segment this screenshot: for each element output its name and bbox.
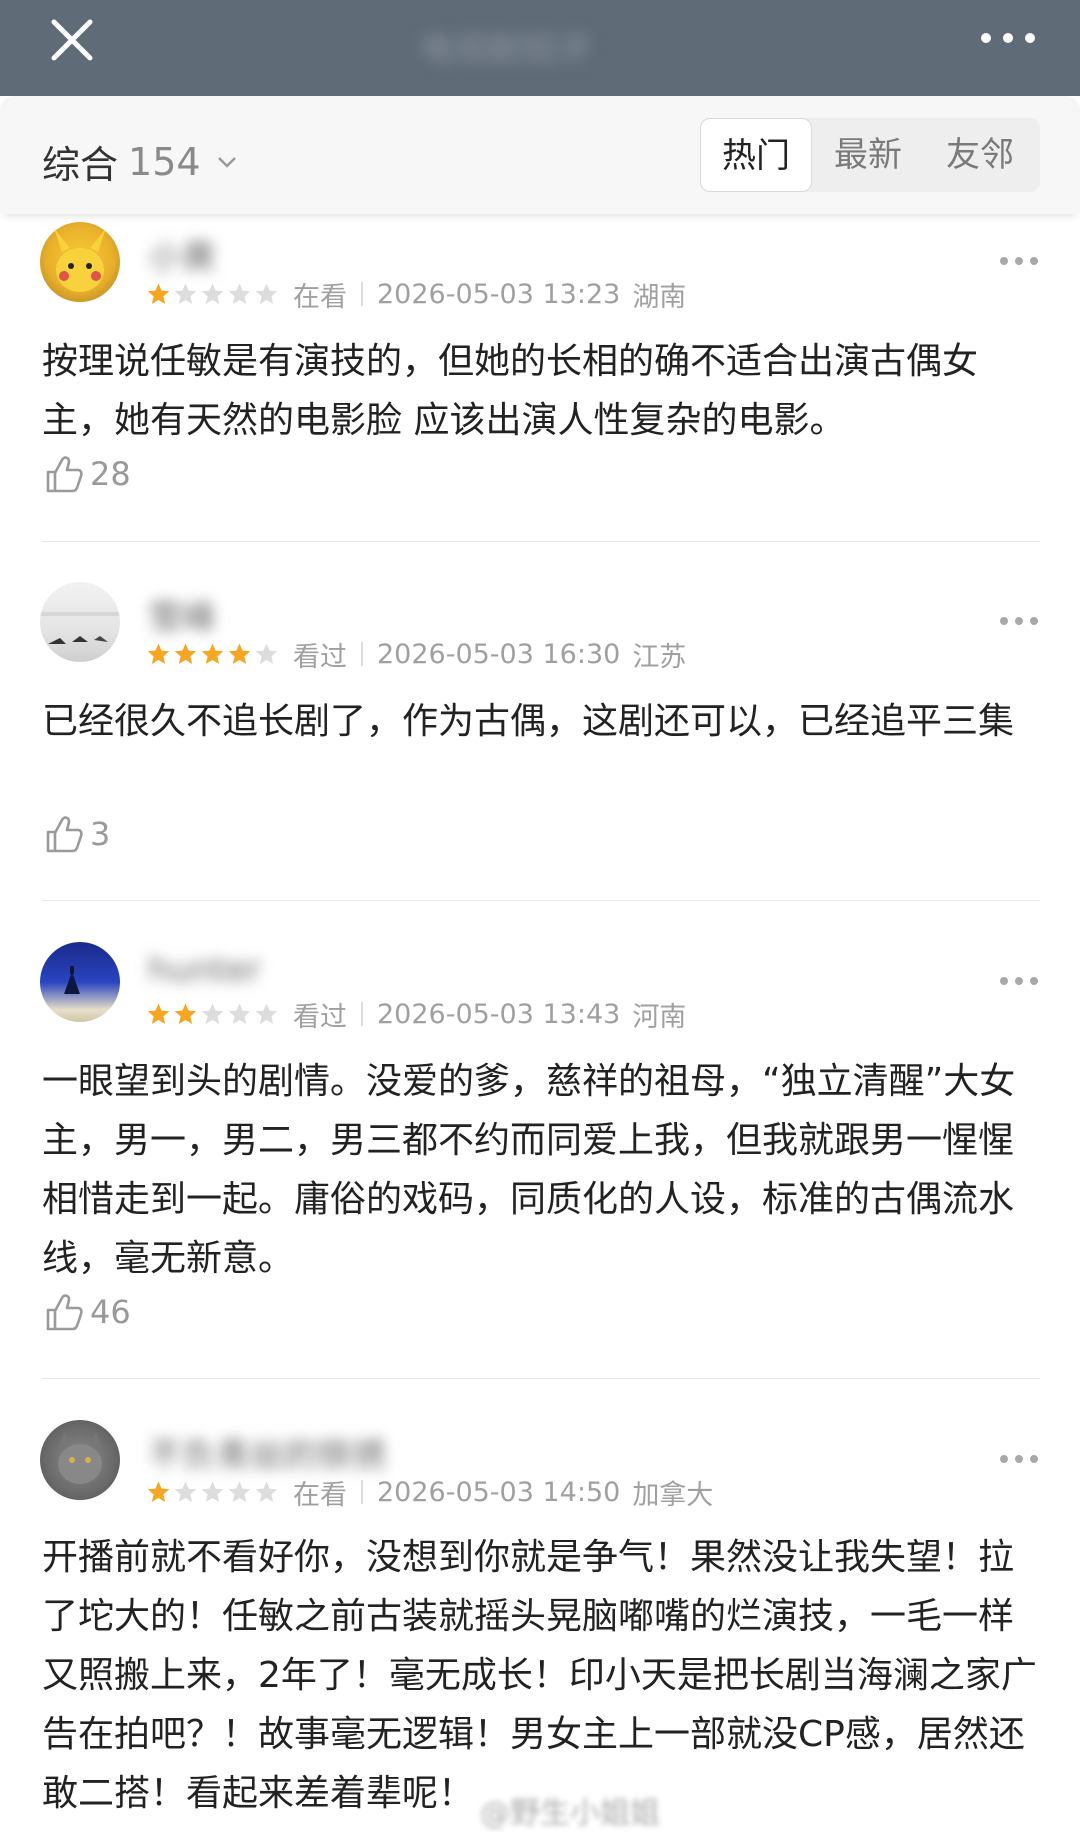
tab-latest[interactable]: 最新 bbox=[812, 118, 924, 192]
comment-text: 按理说任敏是有演技的，但她的长相的确不适合出演古偶女主，她有天然的电影脸 应该出… bbox=[42, 341, 979, 441]
filter-bar: 综合 154 热门 最新 友邻 bbox=[0, 96, 1080, 214]
watermark-text: @野生小姐姐 bbox=[480, 1796, 660, 1831]
top-bar: 电视剧短评 bbox=[0, 0, 1080, 96]
tab-group: 热门 最新 友邻 bbox=[700, 118, 1040, 192]
username[interactable]: 雪峰 bbox=[148, 590, 216, 638]
like-button[interactable]: 3 bbox=[42, 812, 110, 856]
thumbs-up-icon bbox=[46, 456, 83, 493]
comment-meta: 在看 2026-05-03 14:50 加拿大 bbox=[146, 1472, 713, 1512]
star-empty-icon bbox=[255, 283, 278, 304]
like-count: 3 bbox=[90, 815, 111, 853]
more-icon[interactable] bbox=[998, 614, 1040, 628]
watch-status: 在看 bbox=[293, 281, 347, 313]
watch-status: 看过 bbox=[293, 641, 347, 673]
divider bbox=[42, 541, 1040, 542]
star-empty-icon bbox=[201, 1481, 224, 1502]
star-filled-icon bbox=[201, 643, 224, 664]
star-empty-icon bbox=[174, 283, 197, 304]
comment-text: 已经很久不追长剧了，作为古偶，这剧还可以，已经追平三集 bbox=[42, 701, 1015, 742]
comment-meta: 看过 2026-05-03 13:43 河南 bbox=[146, 994, 686, 1034]
timestamp: 2026-05-03 13:43 bbox=[377, 998, 621, 1030]
comment-meta: 在看 2026-05-03 13:23 湖南 bbox=[146, 274, 686, 314]
chevron-down-icon bbox=[217, 156, 236, 168]
comment-text: 一眼望到头的剧情。没爱的爹，慈祥的祖母，“独立清醒”大女主，男一，男二，男三都不… bbox=[42, 1061, 1016, 1279]
star-empty-icon bbox=[228, 283, 251, 304]
divider bbox=[361, 282, 363, 306]
rating-stars bbox=[146, 642, 279, 667]
star-empty-icon bbox=[255, 1003, 278, 1024]
comment-text: 开播前就不看好你，没想到你就是争气！果然没让我失望！拉了坨大的！任敏之前古装就摇… bbox=[42, 1537, 1037, 1814]
rating-stars bbox=[146, 1480, 279, 1505]
divider bbox=[361, 1480, 363, 1504]
sort-dropdown[interactable]: 综合 154 bbox=[42, 134, 239, 189]
thumbs-up-icon bbox=[46, 816, 83, 853]
username[interactable]: 小黄 bbox=[148, 230, 216, 278]
star-empty-icon bbox=[201, 283, 224, 304]
star-filled-icon bbox=[147, 283, 170, 304]
star-empty-icon bbox=[255, 1481, 278, 1502]
timestamp: 2026-05-03 16:30 bbox=[377, 638, 621, 670]
location: 河南 bbox=[632, 1001, 687, 1033]
star-filled-icon bbox=[174, 643, 197, 664]
watermark: @野生小姐姐 bbox=[480, 1788, 660, 1832]
tab-hot[interactable]: 热门 bbox=[700, 118, 812, 192]
star-filled-icon bbox=[147, 643, 170, 664]
star-filled-icon bbox=[147, 1003, 170, 1024]
more-icon[interactable] bbox=[998, 254, 1040, 268]
star-filled-icon bbox=[147, 1481, 170, 1502]
star-empty-icon bbox=[228, 1003, 251, 1024]
watch-status: 看过 bbox=[293, 1001, 347, 1033]
star-empty-icon bbox=[201, 1003, 224, 1024]
rating-stars bbox=[146, 1002, 279, 1027]
location: 加拿大 bbox=[632, 1479, 714, 1511]
star-filled-icon bbox=[174, 1003, 197, 1024]
divider bbox=[42, 1378, 1040, 1379]
sort-label: 综合 bbox=[42, 143, 119, 187]
comment-count: 154 bbox=[128, 139, 201, 184]
watch-status: 在看 bbox=[293, 1479, 347, 1511]
star-empty-icon bbox=[255, 643, 278, 664]
star-filled-icon bbox=[228, 643, 251, 664]
more-icon[interactable] bbox=[978, 28, 1038, 48]
close-icon[interactable] bbox=[46, 14, 98, 66]
divider bbox=[361, 642, 363, 666]
avatar[interactable] bbox=[40, 942, 120, 1022]
username[interactable]: hunter bbox=[148, 950, 261, 990]
like-count: 28 bbox=[90, 455, 131, 493]
location: 湖南 bbox=[632, 281, 687, 313]
avatar[interactable] bbox=[40, 1420, 120, 1500]
timestamp: 2026-05-03 13:23 bbox=[377, 278, 621, 310]
more-icon[interactable] bbox=[998, 974, 1040, 988]
rating-stars bbox=[146, 282, 279, 307]
page-title: 电视剧短评 bbox=[420, 30, 590, 66]
star-empty-icon bbox=[174, 1481, 197, 1502]
like-button[interactable]: 46 bbox=[42, 1290, 131, 1334]
more-icon[interactable] bbox=[998, 1452, 1040, 1466]
avatar[interactable] bbox=[40, 582, 120, 662]
tab-friends[interactable]: 友邻 bbox=[924, 118, 1036, 192]
like-button[interactable]: 28 bbox=[42, 452, 131, 496]
divider bbox=[361, 1002, 363, 1026]
thumbs-up-icon bbox=[46, 1294, 83, 1331]
timestamp: 2026-05-03 14:50 bbox=[377, 1476, 621, 1508]
divider bbox=[42, 900, 1040, 901]
location: 江苏 bbox=[632, 641, 687, 673]
username[interactable]: 不负青丝的铁锈 bbox=[148, 1428, 386, 1476]
like-count: 46 bbox=[90, 1293, 131, 1331]
comment-meta: 看过 2026-05-03 16:30 江苏 bbox=[146, 634, 686, 674]
star-empty-icon bbox=[228, 1481, 251, 1502]
avatar[interactable] bbox=[40, 222, 120, 302]
